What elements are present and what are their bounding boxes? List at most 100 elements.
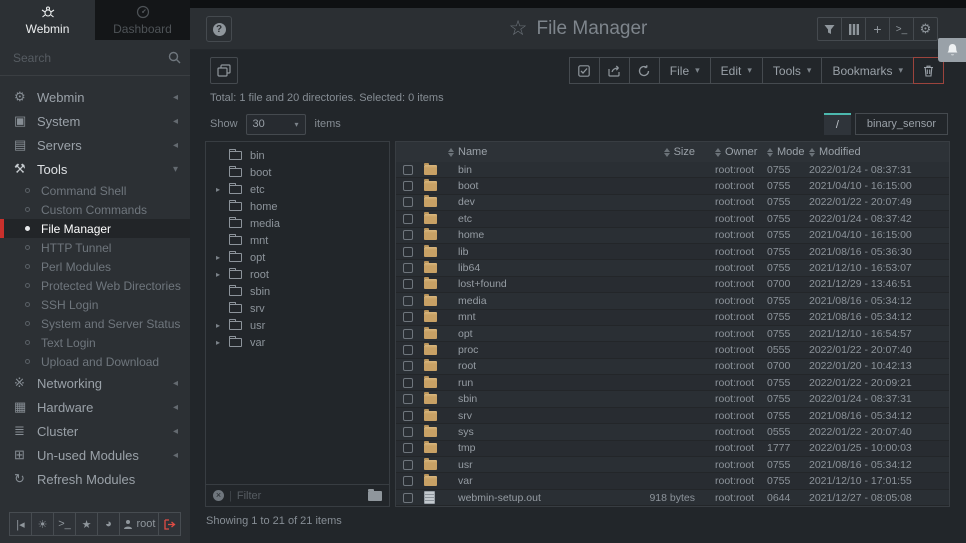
table-row-sbin[interactable]: sbin root:root 0755 2022/01/24 - 08:37:3…	[396, 391, 949, 407]
row-checkbox[interactable]	[403, 329, 413, 339]
tree-item-home[interactable]: home	[206, 198, 389, 215]
table-row-etc[interactable]: etc root:root 0755 2022/01/24 - 08:37:42	[396, 211, 949, 227]
sidebar-item-text-login[interactable]: Text Login	[0, 333, 190, 352]
table-row-home[interactable]: home root:root 0755 2021/04/10 - 16:15:0…	[396, 228, 949, 244]
table-row-mnt[interactable]: mnt root:root 0755 2021/08/16 - 05:34:12	[396, 310, 949, 326]
logout-button[interactable]	[158, 512, 181, 536]
expand-caret-icon[interactable]: ▸	[216, 185, 229, 194]
help-button[interactable]: ?	[206, 16, 232, 42]
clear-filter-icon[interactable]: ×	[213, 490, 224, 501]
favorite-star-icon[interactable]: ☆	[509, 18, 528, 39]
sidebar-item-command-shell[interactable]: Command Shell	[0, 181, 190, 200]
column-header-size[interactable]: Size	[637, 146, 707, 158]
row-checkbox[interactable]	[403, 361, 413, 371]
sidebar-item-ssh-login[interactable]: SSH Login	[0, 295, 190, 314]
sidebar-item-servers[interactable]: ▤ Servers ◂	[0, 133, 190, 157]
add-tab-button[interactable]: +	[865, 17, 890, 41]
tab-webmin[interactable]: Webmin	[0, 0, 95, 40]
tree-item-media[interactable]: media	[206, 215, 389, 232]
favorites-button[interactable]: ★	[75, 512, 98, 536]
sidebar-item-refresh-modules[interactable]: ↻ Refresh Modules	[0, 467, 190, 491]
export-button[interactable]	[599, 57, 630, 84]
row-checkbox[interactable]	[403, 394, 413, 404]
cell-name[interactable]: tmp	[446, 442, 637, 454]
cell-name[interactable]: root	[446, 360, 637, 372]
row-checkbox[interactable]	[403, 493, 413, 503]
bookmarks-menu-button[interactable]: Bookmarks▾	[821, 57, 914, 84]
tree-item-bin[interactable]: bin	[206, 147, 389, 164]
cell-name[interactable]: etc	[446, 213, 637, 225]
select-all-button[interactable]	[569, 57, 600, 84]
row-checkbox[interactable]	[403, 460, 413, 470]
sidebar-item-custom-commands[interactable]: Custom Commands	[0, 200, 190, 219]
tree-item-opt[interactable]: ▸ opt	[206, 249, 389, 266]
copy-path-button[interactable]	[210, 57, 238, 84]
cell-name[interactable]: usr	[446, 459, 637, 471]
row-checkbox[interactable]	[403, 165, 413, 175]
page-size-select[interactable]: 30 ▾	[246, 114, 306, 135]
tree-item-srv[interactable]: srv	[206, 300, 389, 317]
column-header-modified[interactable]: Modified	[801, 146, 949, 158]
cell-name[interactable]: home	[446, 229, 637, 241]
cell-name[interactable]: opt	[446, 328, 637, 340]
sidebar-item-perl-modules[interactable]: Perl Modules	[0, 257, 190, 276]
breadcrumb-host[interactable]: binary_sensor	[855, 113, 948, 135]
cell-name[interactable]: boot	[446, 180, 637, 192]
sidebar-item-networking[interactable]: ※ Networking ◂	[0, 371, 190, 395]
tree-filter-input[interactable]	[237, 490, 368, 502]
row-checkbox[interactable]	[403, 345, 413, 355]
language-button[interactable]: ◕	[97, 512, 120, 536]
tree-item-etc[interactable]: ▸ etc	[206, 181, 389, 198]
tree-item-sbin[interactable]: sbin	[206, 283, 389, 300]
table-row-lost-found[interactable]: lost+found root:root 0700 2021/12/29 - 1…	[396, 277, 949, 293]
terminal-button[interactable]: >_	[889, 17, 914, 41]
cell-name[interactable]: run	[446, 377, 637, 389]
row-checkbox[interactable]	[403, 378, 413, 388]
sidebar-item-system[interactable]: ▣ System ◂	[0, 109, 190, 133]
row-checkbox[interactable]	[403, 443, 413, 453]
filter-button[interactable]	[817, 17, 842, 41]
table-row-srv[interactable]: srv root:root 0755 2021/08/16 - 05:34:12	[396, 408, 949, 424]
table-row-media[interactable]: media root:root 0755 2021/08/16 - 05:34:…	[396, 293, 949, 309]
row-checkbox[interactable]	[403, 411, 413, 421]
row-checkbox[interactable]	[403, 197, 413, 207]
tree-item-mnt[interactable]: mnt	[206, 232, 389, 249]
table-row-lib64[interactable]: lib64 root:root 0755 2021/12/10 - 16:53:…	[396, 260, 949, 276]
table-row-boot[interactable]: boot root:root 0755 2021/04/10 - 16:15:0…	[396, 178, 949, 194]
row-checkbox[interactable]	[403, 279, 413, 289]
cell-name[interactable]: media	[446, 295, 637, 307]
tools-menu-button[interactable]: Tools▾	[762, 57, 823, 84]
refresh-button[interactable]	[629, 57, 660, 84]
table-row-tmp[interactable]: tmp root:root 1777 2022/01/25 - 10:00:03	[396, 441, 949, 457]
columns-button[interactable]	[841, 17, 866, 41]
table-row-bin[interactable]: bin root:root 0755 2022/01/24 - 08:37:31	[396, 162, 949, 178]
table-row-run[interactable]: run root:root 0755 2022/01/22 - 20:09:21	[396, 375, 949, 391]
user-button[interactable]: root	[119, 512, 159, 536]
tree-item-root[interactable]: ▸ root	[206, 266, 389, 283]
cell-name[interactable]: lib	[446, 246, 637, 258]
expand-caret-icon[interactable]: ▸	[216, 321, 229, 330]
cell-name[interactable]: dev	[446, 196, 637, 208]
cell-name[interactable]: bin	[446, 164, 637, 176]
file-menu-button[interactable]: File▾	[659, 57, 711, 84]
cell-name[interactable]: var	[446, 475, 637, 487]
sidebar-item-hardware[interactable]: ▦ Hardware ◂	[0, 395, 190, 419]
sidebar-item-file-manager[interactable]: File Manager	[0, 219, 190, 238]
cell-name[interactable]: webmin-setup.out	[446, 492, 637, 504]
tab-dashboard[interactable]: Dashboard	[95, 0, 190, 40]
sidebar-item-upload-and-download[interactable]: Upload and Download	[0, 352, 190, 371]
sidebar-item-system-and-server-status[interactable]: System and Server Status	[0, 314, 190, 333]
column-header-name[interactable]: Name	[446, 146, 637, 158]
table-row-root[interactable]: root root:root 0700 2022/01/20 - 10:42:1…	[396, 359, 949, 375]
shell-button[interactable]: >_	[53, 512, 76, 536]
row-checkbox[interactable]	[403, 296, 413, 306]
row-checkbox[interactable]	[403, 230, 413, 240]
cell-name[interactable]: srv	[446, 410, 637, 422]
cell-name[interactable]: lost+found	[446, 278, 637, 290]
expand-caret-icon[interactable]: ▸	[216, 338, 229, 347]
sidebar-item-webmin[interactable]: ⚙ Webmin ◂	[0, 85, 190, 109]
folder-icon[interactable]	[368, 491, 382, 501]
table-row-proc[interactable]: proc root:root 0555 2022/01/22 - 20:07:4…	[396, 342, 949, 358]
theme-button[interactable]: ☀	[31, 512, 54, 536]
cell-name[interactable]: mnt	[446, 311, 637, 323]
